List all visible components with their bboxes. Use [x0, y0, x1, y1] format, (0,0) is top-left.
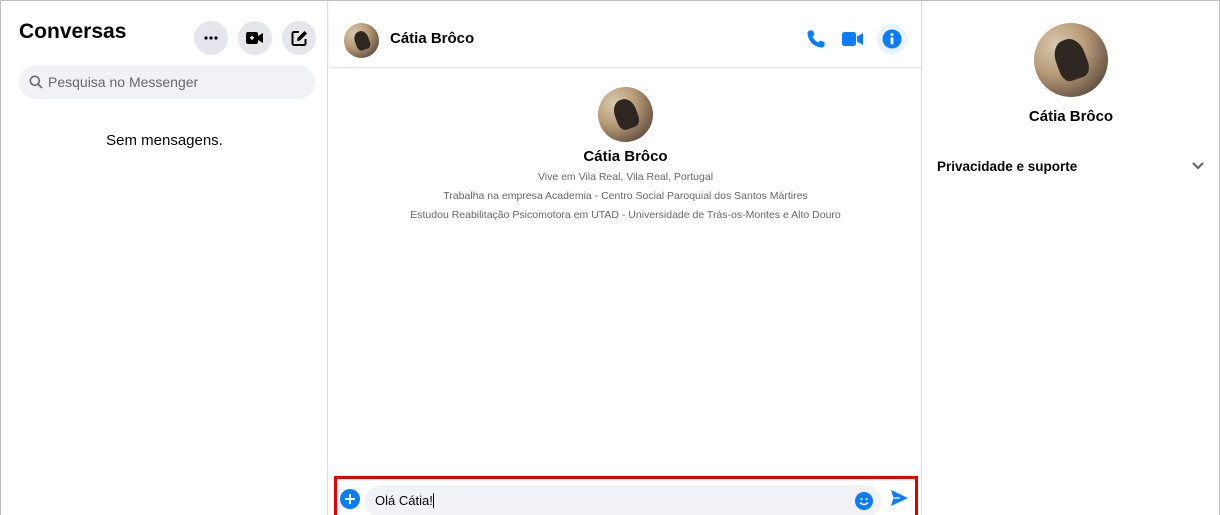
message-input-text: Olá Cátia!: [375, 493, 433, 508]
privacy-support-section[interactable]: Privacidade e suporte: [937, 159, 1209, 179]
text-caret: [432, 493, 434, 508]
search-input[interactable]: Pesquisa no Messenger: [19, 65, 315, 99]
chat-panel: Cátia Brôco Cátia Brôco Vive em Vila Rea…: [329, 1, 922, 515]
phone-icon: [807, 30, 825, 48]
conversation-info-button[interactable]: [877, 24, 907, 54]
message-composer: Olá Cátia!: [334, 476, 918, 515]
chat-contact-name[interactable]: Cátia Brôco: [390, 31, 474, 46]
emoji-button[interactable]: [855, 492, 873, 510]
profile-work: Trabalha na empresa Academia - Centro So…: [443, 190, 808, 202]
info-icon: [882, 29, 902, 49]
privacy-support-label: Privacidade e suporte: [937, 159, 1078, 174]
ellipsis-icon: [204, 36, 218, 40]
emoji-icon: [859, 497, 869, 506]
contact-avatar[interactable]: [344, 23, 379, 58]
new-message-button[interactable]: [282, 21, 316, 55]
video-call-button[interactable]: [839, 25, 867, 53]
empty-conversations-text: Sem mensagens.: [106, 132, 223, 149]
search-placeholder: Pesquisa no Messenger: [48, 74, 199, 90]
send-icon: [891, 490, 908, 506]
profile-location: Vive em Vila Real, Vila Real, Portugal: [537, 171, 714, 183]
profile-education: Estudou Reabilitação Psicomotora em UTAD…: [410, 209, 841, 221]
profile-avatar[interactable]: [598, 87, 653, 142]
info-avatar[interactable]: [1034, 23, 1108, 97]
more-actions-button[interactable]: [340, 489, 360, 509]
conversation-info-panel: Cátia Brôco Privacidade e suporte: [923, 1, 1219, 515]
chat-header: Cátia Brôco: [329, 1, 922, 67]
message-input[interactable]: Olá Cátia!: [365, 485, 881, 515]
new-video-call-button[interactable]: [238, 21, 272, 55]
search-icon: [29, 75, 43, 89]
sidebar-title: Conversas: [19, 20, 127, 43]
plus-icon: [345, 494, 355, 504]
voice-call-button[interactable]: [802, 25, 830, 53]
profile-name: Cátia Brôco: [583, 148, 668, 165]
send-button[interactable]: [890, 489, 909, 512]
compose-icon: [291, 30, 307, 46]
video-plus-icon: [246, 32, 263, 44]
info-contact-name: Cátia Brôco: [1028, 108, 1114, 125]
video-camera-icon: [842, 32, 863, 46]
chevron-down-icon: [1192, 162, 1204, 170]
more-options-button[interactable]: [194, 21, 228, 55]
conversations-sidebar: Conversas Pesquisa no Messenger Sem mens…: [1, 1, 328, 515]
